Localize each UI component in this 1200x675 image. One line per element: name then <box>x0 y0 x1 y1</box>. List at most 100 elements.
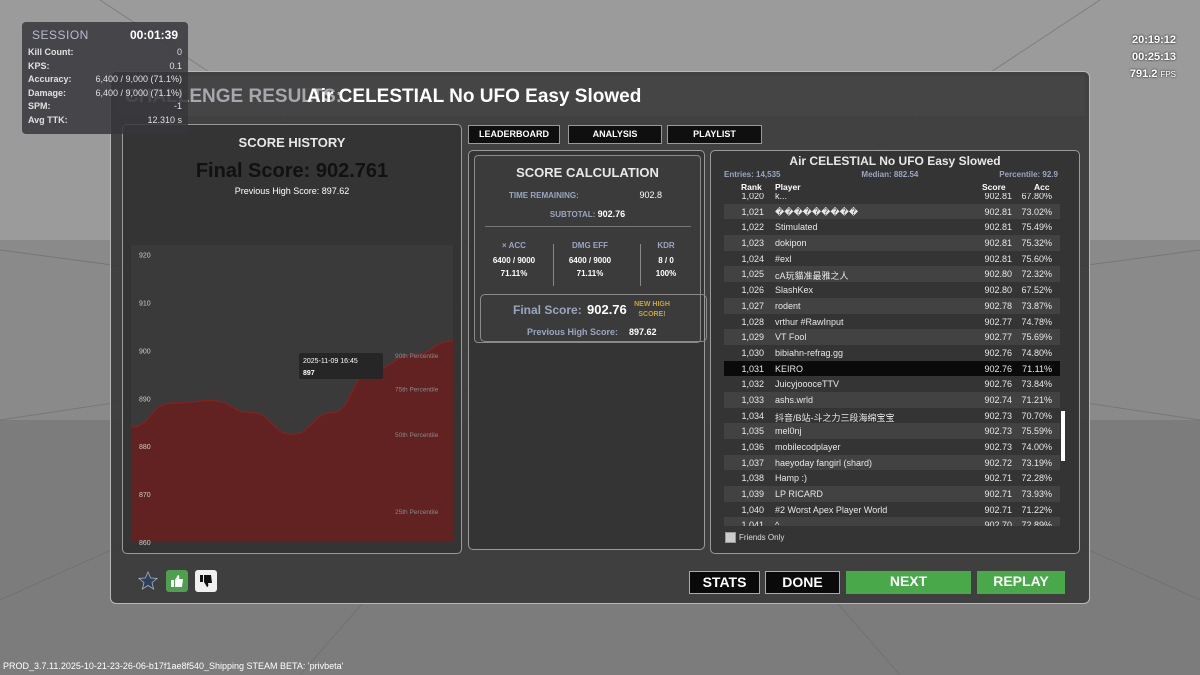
leaderboard-row[interactable]: 1,038 Hamp :) 902.71 72.28% <box>724 470 1060 486</box>
thumbs-down-icon[interactable] <box>195 570 217 592</box>
entries-count: Entries: 14,535 <box>724 170 781 179</box>
leaderboard-cell-score: 902.73 <box>984 442 1012 452</box>
final-score-value: 902.76 <box>587 302 627 317</box>
leaderboard-row[interactable]: 1,020 k... 902.81 67.80% <box>724 193 1060 204</box>
next-button[interactable]: NEXT <box>846 571 971 594</box>
leaderboard-cell-acc: 67.80% <box>1021 193 1052 201</box>
leaderboard-cell-rank: 1,036 <box>741 442 764 452</box>
session-stat-row: KPS: 0.1 <box>22 60 188 74</box>
leaderboard-scrollbar[interactable] <box>1061 411 1065 461</box>
y-tick-label: 860 <box>139 540 151 547</box>
scenario-title: Air CELESTIAL No UFO Easy Slowed <box>307 86 642 107</box>
leaderboard-cell-score: 902.76 <box>984 379 1012 390</box>
favorite-star-icon[interactable] <box>137 570 159 592</box>
leaderboard-row[interactable]: 1,032 JuicyjoooceTTV 902.76 73.84% <box>724 376 1060 392</box>
leaderboard-row[interactable]: 1,030 bibiahn-refrag.gg 902.76 74.80% <box>724 345 1060 361</box>
col-acc[interactable]: Acc <box>1034 182 1050 192</box>
leaderboard-cell-player: ashs.wrld <box>775 394 814 405</box>
leaderboard-cell-player: Stimulated <box>775 222 818 233</box>
leaderboard-cell-score: 902.76 <box>984 347 1012 358</box>
previous-high-label: Previous High Score: <box>527 327 619 337</box>
leaderboard-row[interactable]: 1,039 LP RICARD 902.71 73.93% <box>724 486 1060 502</box>
leaderboard-cell-score: 902.73 <box>984 410 1012 421</box>
subtotal: SUBTOTAL: 902.76 <box>549 209 626 219</box>
leaderboard-cell-player: ��������� <box>775 206 859 217</box>
leaderboard-row[interactable]: 1,035 mel0nj 902.73 75.59% <box>724 423 1060 439</box>
leaderboard-cell-acc: 73.02% <box>1021 206 1052 217</box>
leaderboard-cell-acc: 71.11% <box>1022 363 1052 374</box>
session-stat-key: Kill Count: <box>28 47 74 57</box>
leaderboard-row[interactable]: 1,021 ��������� 902.81 73.02% <box>724 203 1060 220</box>
tab-playlist[interactable]: PLAYLIST <box>667 125 762 144</box>
leaderboard-cell-rank: 1,038 <box>741 473 764 484</box>
col-rank[interactable]: Rank <box>741 182 762 192</box>
leaderboard-cell-player: ^ <box>775 520 780 526</box>
friends-only-toggle[interactable]: Friends Only <box>725 532 784 543</box>
thumbs-up-icon[interactable] <box>166 570 188 592</box>
leaderboard-row[interactable]: 1,023 dokipon 902.81 75.32% <box>724 235 1060 251</box>
leaderboard-cell-rank: 1,028 <box>741 316 764 327</box>
leaderboard-row[interactable]: 1,033 ashs.wrld 902.74 71.21% <box>724 391 1060 408</box>
friends-only-label: Friends Only <box>739 533 785 542</box>
leaderboard-cell-acc: 75.32% <box>1021 238 1052 249</box>
leaderboard-cell-player: #exl <box>775 253 792 264</box>
stats-button[interactable]: STATS <box>689 571 760 594</box>
percentile-label: 75th Percentile <box>395 387 439 394</box>
session-stat-row: Kill Count: 0 <box>22 46 188 60</box>
session-stat-value: -1 <box>173 101 182 111</box>
leaderboard-row[interactable]: 1,024 #exl 902.81 75.60% <box>724 251 1060 267</box>
percentile-label: 25th Percentile <box>395 509 439 516</box>
leaderboard-cell-player: LP RICARD <box>775 489 823 500</box>
leaderboard-cell-player: 抖音/B站-斗之力三段海绵宝宝 <box>775 412 895 423</box>
leaderboard-cell-rank: 1,022 <box>741 222 764 233</box>
leaderboard-row-current-player[interactable]: 1,031 KEIRO 902.76 71.11% <box>724 360 1060 377</box>
leaderboard-title: Air CELESTIAL No UFO Easy Slowed <box>789 154 1001 168</box>
leaderboard-row[interactable]: 1,040 #2 Worst Apex Player World 902.71 71.… <box>724 502 1060 518</box>
col-score[interactable]: Score <box>982 182 1006 192</box>
leaderboard-row[interactable]: 1,029 VT Fool 902.77 75.69% <box>724 329 1060 345</box>
leaderboard-cell-rank: 1,026 <box>741 285 764 296</box>
clock-time: 20:19:12 <box>1131 34 1176 46</box>
tooltip-date: 2025-11-09 16:45 <box>303 358 358 365</box>
leaderboard-row[interactable]: 1,025 cA玩貓准最雅之人 902.80 72.32% <box>724 266 1060 283</box>
done-button[interactable]: DONE <box>765 571 840 594</box>
accuracy-column: × ACC 6400 / 9000 71.11% <box>492 241 536 278</box>
leaderboard-cell-score: 902.78 <box>984 300 1012 311</box>
session-stat-value: 0 <box>176 47 182 57</box>
leaderboard-cell-acc: 75.49% <box>1021 222 1052 233</box>
tab-analysis[interactable]: ANALYSIS <box>568 125 662 144</box>
replay-button[interactable]: REPLAY <box>977 571 1065 594</box>
y-tick-label: 910 <box>139 300 151 307</box>
leaderboard-row[interactable]: 1,037 haeyoday fangirl (shard) 902.72 73.19… <box>724 454 1060 471</box>
tab-leaderboard[interactable]: LEADERBOARD <box>468 125 560 144</box>
leaderboard-list[interactable]: 1,020 k... 902.81 67.80% 1,021 ��������� 902.8… <box>724 193 1060 526</box>
leaderboard-row[interactable]: 1,022 Stimulated 902.81 75.49% <box>724 219 1060 235</box>
leaderboard-cell-rank: 1,034 <box>741 410 764 421</box>
session-stat-key: SPM: <box>28 101 51 111</box>
leaderboard-row[interactable]: 1,027 rodent 902.78 73.87% <box>724 297 1060 314</box>
leaderboard-cell-rank: 1,023 <box>741 238 764 249</box>
score-history-chart: 920 910 900 890 880 870 860 90th Percentile 75th… <box>130 245 454 547</box>
leaderboard-row[interactable]: 1,036 mobilecodplayer 902.73 74.00% <box>724 439 1060 455</box>
median-score: Median: 882.54 <box>861 170 919 179</box>
column-separator <box>553 244 554 286</box>
y-tick-label: 890 <box>139 396 151 403</box>
leaderboard-panel: Air CELESTIAL No UFO Easy Slowed Entries… <box>710 150 1080 554</box>
fps-counter: 791.2 FPS <box>1129 68 1176 80</box>
leaderboard-cell-rank: 1,037 <box>741 457 764 468</box>
leaderboard-cell-rank: 1,033 <box>741 394 764 405</box>
leaderboard-row[interactable]: 1,041 ^ 902.70 72.89% <box>724 517 1060 526</box>
leaderboard-cell-score: 902.71 <box>984 473 1012 484</box>
leaderboard-cell-player: vrthur #RawInput <box>775 316 844 327</box>
friends-only-checkbox[interactable] <box>725 532 736 543</box>
final-score-box: Final Score: 902.76 NEW HIGH SCORE! Prev… <box>480 294 707 342</box>
leaderboard-row[interactable]: 1,026 SlashKex 902.80 67.52% <box>724 282 1060 298</box>
leaderboard-row[interactable]: 1,028 vrthur #RawInput 902.77 74.78% <box>724 314 1060 330</box>
leaderboard-row[interactable]: 1,034 抖音/B站-斗之力三段海绵宝宝 902.73 70.70% <box>724 408 1060 424</box>
session-panel: SESSION 00:01:39 Kill Count: 0 KPS: 0.1 Accu… <box>22 22 188 134</box>
leaderboard-cell-player: k... <box>775 193 788 201</box>
leaderboard-cell-rank: 1,021 <box>741 206 764 217</box>
leaderboard-cell-acc: 67.52% <box>1021 285 1052 296</box>
col-player[interactable]: Player <box>775 182 801 192</box>
leaderboard-cell-acc: 74.80% <box>1021 347 1052 358</box>
